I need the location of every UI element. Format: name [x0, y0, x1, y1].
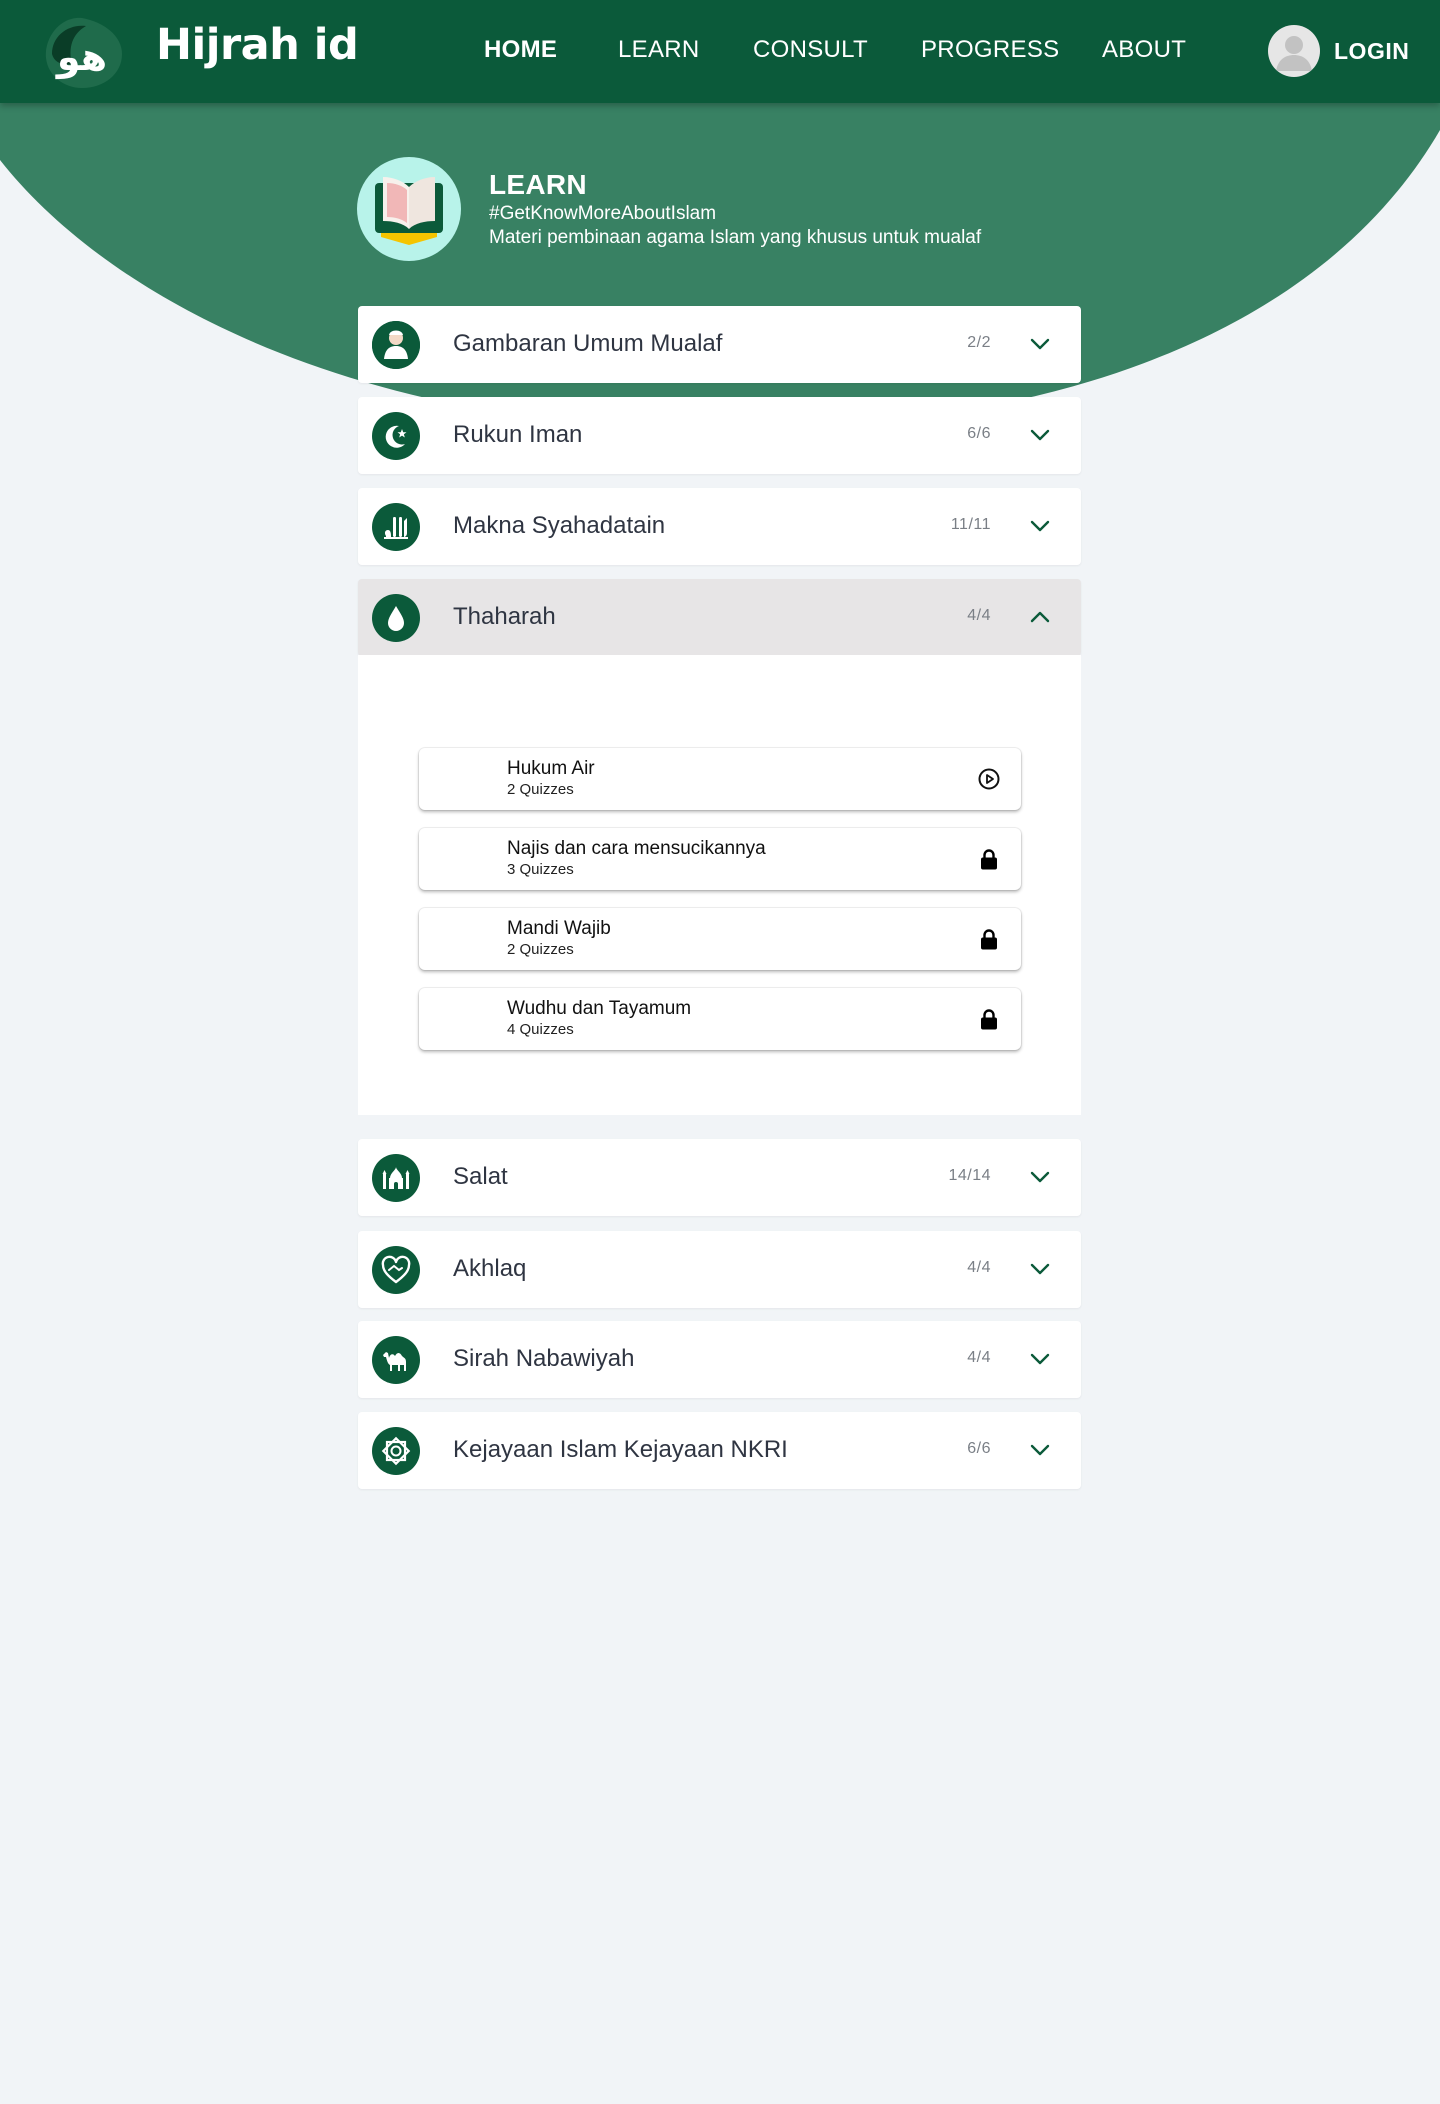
module-row[interactable]: Salat 14/14: [358, 1139, 1081, 1216]
lock-icon: [981, 929, 997, 950]
lesson-title: Mandi Wajib: [507, 918, 611, 939]
lesson-quiz-count: 2 Quizzes: [507, 781, 574, 798]
chevron-down-icon[interactable]: [1029, 515, 1051, 537]
lesson-quiz-count: 2 Quizzes: [507, 941, 574, 958]
module-title: Kejayaan Islam Kejayaan NKRI: [453, 1436, 788, 1463]
avatar-icon: [1268, 25, 1320, 77]
lesson-item[interactable]: Hukum Air 2 Quizzes: [419, 748, 1021, 810]
login-button[interactable]: LOGIN: [1268, 25, 1409, 77]
top-navbar: هو Hijrah id HOME LEARN CONSULT PROGRESS…: [0, 0, 1440, 103]
chevron-down-icon[interactable]: [1029, 424, 1051, 446]
water-drop-icon: [372, 594, 420, 642]
nav-home[interactable]: HOME: [484, 36, 557, 64]
nav-about[interactable]: ABOUT: [1102, 36, 1186, 64]
lesson-item[interactable]: Mandi Wajib 2 Quizzes: [419, 908, 1021, 970]
module-title: Sirah Nabawiyah: [453, 1345, 635, 1372]
quran-book-icon: [357, 157, 461, 261]
handshake-heart-icon: [372, 1246, 420, 1294]
chevron-down-icon[interactable]: [1029, 1258, 1051, 1280]
lesson-item[interactable]: Najis dan cara mensucikannya 3 Quizzes: [419, 828, 1021, 890]
chevron-down-icon[interactable]: [1029, 1439, 1051, 1461]
module-row[interactable]: Makna Syahadatain 11/11: [358, 488, 1081, 565]
module-lessons-panel: Hukum Air 2 Quizzes Najis dan cara mensu…: [358, 655, 1081, 1115]
chevron-down-icon[interactable]: [1029, 1348, 1051, 1370]
lesson-title: Hukum Air: [507, 758, 595, 779]
lesson-quiz-count: 3 Quizzes: [507, 861, 574, 878]
logo[interactable]: هو: [42, 14, 124, 92]
chevron-down-icon[interactable]: [1029, 1166, 1051, 1188]
module-progress-count: 2/2: [967, 334, 991, 351]
module-progress-count: 11/11: [950, 516, 991, 533]
islamic-star-icon: [372, 1427, 420, 1475]
hero-description: Materi pembinaan agama Islam yang khusus…: [489, 227, 982, 248]
play-circle-icon[interactable]: [977, 767, 1001, 791]
allah-calligraphy-icon: [372, 503, 420, 551]
nav-learn[interactable]: LEARN: [618, 36, 700, 64]
module-title: Rukun Iman: [453, 421, 583, 448]
chevron-up-icon[interactable]: [1029, 606, 1051, 628]
module-progress-count: 4/4: [967, 607, 991, 624]
module-progress-count: 6/6: [967, 425, 991, 442]
module-title: Akhlaq: [453, 1255, 527, 1282]
module-title: Salat: [453, 1163, 508, 1190]
module-progress-count: 4/4: [967, 1259, 991, 1276]
lesson-quiz-count: 4 Quizzes: [507, 1021, 574, 1038]
module-row[interactable]: Gambaran Umum Mualaf 2/2: [358, 306, 1081, 383]
lock-icon: [981, 1009, 997, 1030]
module-row[interactable]: Akhlaq 4/4: [358, 1231, 1081, 1308]
lock-icon: [981, 849, 997, 870]
nav-progress[interactable]: PROGRESS: [921, 36, 1059, 64]
module-title: Gambaran Umum Mualaf: [453, 330, 723, 357]
module-progress-count: 6/6: [967, 1440, 991, 1457]
module-row-expanded[interactable]: Thaharah 4/4: [358, 579, 1081, 656]
login-label: LOGIN: [1334, 37, 1410, 64]
module-row[interactable]: Kejayaan Islam Kejayaan NKRI 6/6: [358, 1412, 1081, 1489]
brand-name[interactable]: Hijrah id: [156, 20, 359, 70]
logo-icon: هو: [45, 17, 122, 88]
module-row[interactable]: Sirah Nabawiyah 4/4: [358, 1321, 1081, 1398]
module-progress-count: 14/14: [948, 1167, 991, 1184]
person-icon: [372, 321, 420, 369]
nav-consult[interactable]: CONSULT: [753, 36, 868, 64]
hero-title: LEARN: [489, 169, 587, 200]
mosque-icon: [372, 1154, 420, 1202]
module-progress-count: 4/4: [967, 1349, 991, 1366]
module-title: Makna Syahadatain: [453, 512, 666, 539]
lesson-title: Wudhu dan Tayamum: [507, 998, 692, 1019]
lesson-item[interactable]: Wudhu dan Tayamum 4 Quizzes: [419, 988, 1021, 1050]
module-row[interactable]: Rukun Iman 6/6: [358, 397, 1081, 474]
lesson-title: Najis dan cara mensucikannya: [507, 838, 766, 859]
hero-hashtag: #GetKnowMoreAboutIslam: [489, 203, 717, 224]
chevron-down-icon[interactable]: [1029, 333, 1051, 355]
camel-icon: [372, 1336, 420, 1384]
learn-hero: LEARN #GetKnowMoreAboutIslam Materi pemb…: [357, 157, 981, 261]
logo-glyph: هو: [55, 35, 107, 79]
crescent-star-icon: [372, 412, 420, 460]
module-title: Thaharah: [453, 603, 556, 630]
